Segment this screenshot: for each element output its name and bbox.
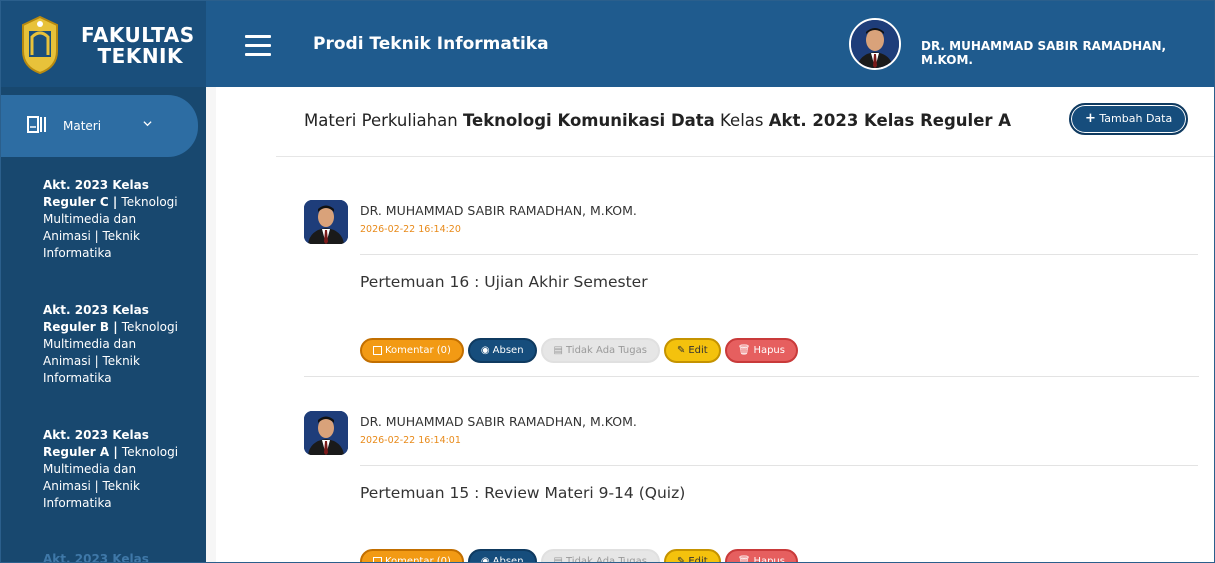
- add-data-button[interactable]: + Tambah Data: [1069, 103, 1189, 135]
- divider: [360, 254, 1198, 255]
- avatar[interactable]: [849, 18, 901, 70]
- title-mid: Kelas: [714, 111, 769, 130]
- chevron-down-icon: [143, 121, 152, 127]
- komentar-label: Komentar (0): [385, 345, 451, 356]
- hapus-button[interactable]: 🗑 Hapus: [724, 338, 798, 363]
- divider: [360, 465, 1198, 466]
- absen-label: Absen: [492, 345, 524, 356]
- sidebar-item-sep: |: [109, 320, 122, 334]
- class-name: Akt. 2023 Kelas Reguler A: [768, 111, 1012, 130]
- edit-button[interactable]: ✎ Edit: [663, 549, 721, 563]
- tugas-button[interactable]: ▤ Tidak Ada Tugas: [540, 338, 660, 363]
- trash-icon: 🗑: [737, 556, 751, 563]
- app-frame: FAKULTAS TEKNIK Prodi Teknik Informatika…: [0, 0, 1215, 563]
- main-content: Materi Perkuliahan Teknologi Komunikasi …: [276, 87, 1214, 563]
- top-bar: FAKULTAS TEKNIK Prodi Teknik Informatika…: [1, 1, 1214, 87]
- brand-logo[interactable]: FAKULTAS TEKNIK: [1, 1, 206, 87]
- sidebar-item-reguler-c[interactable]: Akt. 2023 Kelas Reguler C | Teknologi Mu…: [43, 177, 183, 262]
- sidebar-item-next[interactable]: Akt. 2023 Kelas: [43, 551, 183, 563]
- sidebar-menu-label: Materi: [63, 119, 102, 133]
- tugas-button[interactable]: ▤ Tidak Ada Tugas: [540, 549, 660, 563]
- komentar-button[interactable]: Komentar (0): [360, 549, 464, 563]
- sidebar-item-sep: |: [109, 445, 122, 459]
- absen-button[interactable]: ◉ Absen: [467, 549, 537, 563]
- absen-label: Absen: [492, 556, 524, 563]
- edit-label: Edit: [688, 556, 708, 563]
- hamburger-icon[interactable]: [245, 35, 271, 56]
- plus-icon: +: [1085, 111, 1096, 126]
- comment-icon: [373, 346, 382, 355]
- content-header: Materi Perkuliahan Teknologi Komunikasi …: [276, 87, 1214, 157]
- absen-button[interactable]: ◉ Absen: [467, 338, 537, 363]
- clipboard-icon: ▤: [553, 345, 563, 356]
- trash-icon: 🗑: [737, 345, 751, 356]
- brand-line2: TEKNIK: [97, 44, 183, 68]
- komentar-label: Komentar (0): [385, 556, 451, 563]
- brand-line1: FAKULTAS: [81, 23, 195, 47]
- divider: [304, 376, 1199, 377]
- tugas-label: Tidak Ada Tugas: [566, 345, 647, 356]
- content-title: Materi Perkuliahan Teknologi Komunikasi …: [304, 111, 1011, 130]
- sidebar-item-reguler-b[interactable]: Akt. 2023 Kelas Reguler B | Teknologi Mu…: [43, 302, 183, 387]
- pencil-icon: ✎: [676, 345, 686, 356]
- avatar: [304, 200, 348, 244]
- tugas-label: Tidak Ada Tugas: [566, 556, 647, 563]
- pencil-icon: ✎: [676, 556, 686, 563]
- edit-button[interactable]: ✎ Edit: [663, 338, 721, 363]
- fingerprint-icon: ◉: [480, 556, 490, 563]
- brand-name: FAKULTAS TEKNIK: [81, 23, 195, 68]
- add-data-label: Tambah Data: [1099, 112, 1173, 125]
- post-actions: Komentar (0) ◉ Absen ▤ Tidak Ada Tugas ✎…: [360, 338, 798, 363]
- post-timestamp: 2026-02-22 16:14:20: [360, 224, 461, 235]
- post-timestamp: 2026-02-22 16:14:01: [360, 435, 461, 446]
- user-name[interactable]: DR. MUHAMMAD SABIR RAMADHAN, M.KOM.: [921, 39, 1214, 67]
- post-author: DR. MUHAMMAD SABIR RAMADHAN, M.KOM.: [360, 414, 637, 429]
- hapus-label: Hapus: [753, 556, 785, 563]
- hapus-label: Hapus: [753, 345, 785, 356]
- fingerprint-icon: ◉: [480, 345, 490, 356]
- sidebar-menu-materi[interactable]: Materi: [1, 95, 198, 157]
- sidebar-item-reguler-a[interactable]: Akt. 2023 Kelas Reguler A | Teknologi Mu…: [43, 427, 183, 512]
- course-name: Teknologi Komunikasi Data: [462, 111, 715, 130]
- clipboard-icon: ▤: [553, 556, 563, 563]
- hapus-button[interactable]: 🗑 Hapus: [724, 549, 798, 563]
- post-title[interactable]: Pertemuan 15 : Review Materi 9-14 (Quiz): [360, 484, 685, 502]
- comment-icon: [373, 557, 382, 562]
- sidebar-item-sep: |: [108, 195, 122, 209]
- post-author: DR. MUHAMMAD SABIR RAMADHAN, M.KOM.: [360, 203, 637, 218]
- logo-shield-icon: [22, 15, 58, 75]
- edit-label: Edit: [688, 345, 708, 356]
- komentar-button[interactable]: Komentar (0): [360, 338, 464, 363]
- sidebar-item-class: Akt. 2023 Kelas: [43, 552, 149, 563]
- title-prefix: Materi Perkuliahan: [304, 111, 463, 130]
- sidebar-divider: [206, 87, 216, 562]
- book-icon: [27, 116, 46, 133]
- post-title[interactable]: Pertemuan 16 : Ujian Akhir Semester: [360, 273, 648, 291]
- post-actions: Komentar (0) ◉ Absen ▤ Tidak Ada Tugas ✎…: [360, 549, 798, 563]
- page-title: Prodi Teknik Informatika: [313, 34, 549, 54]
- avatar: [304, 411, 348, 455]
